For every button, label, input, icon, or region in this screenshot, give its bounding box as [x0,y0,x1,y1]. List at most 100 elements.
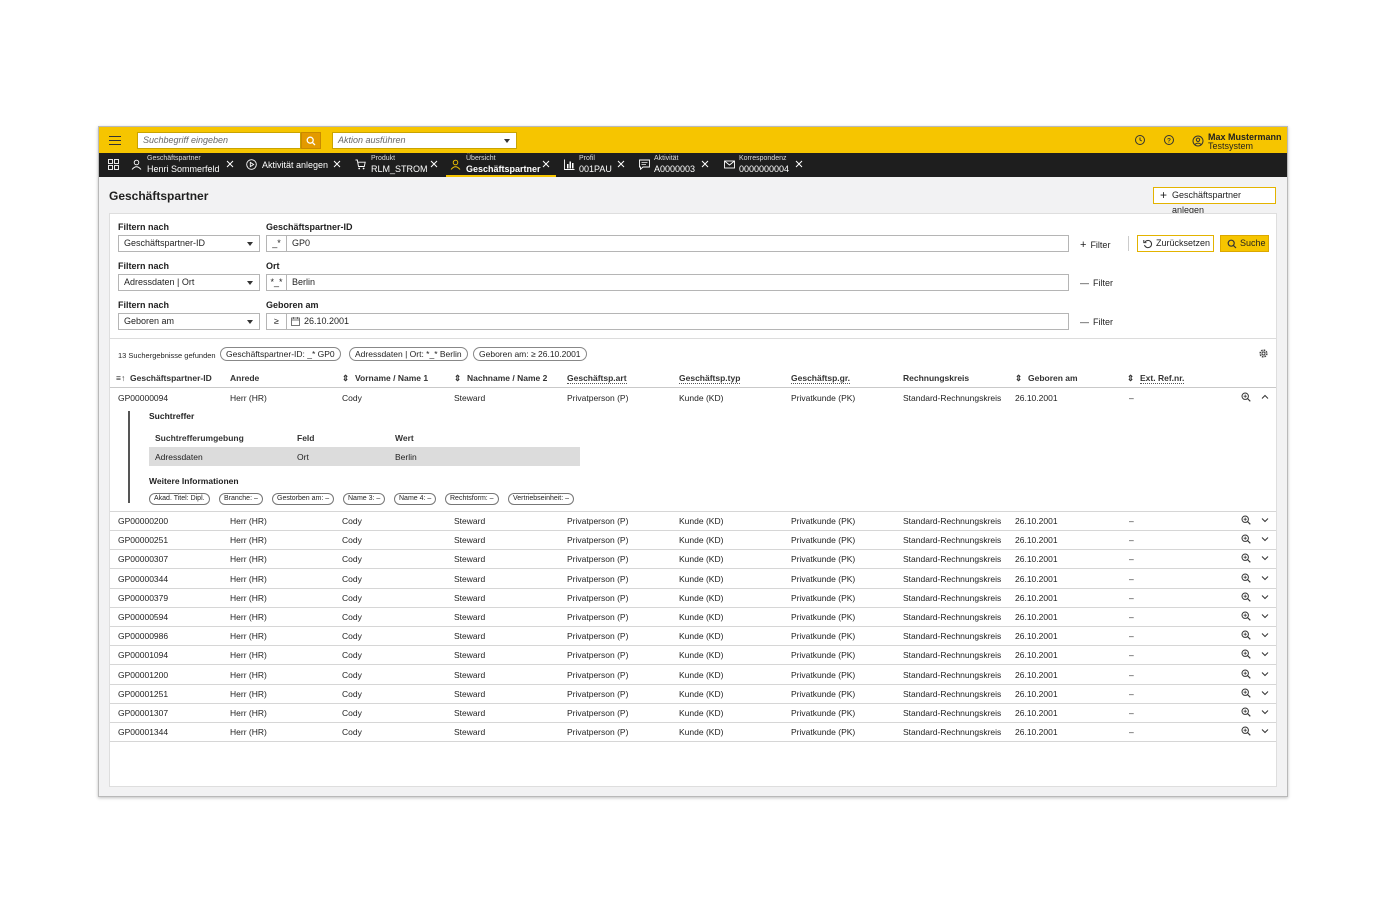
gear-icon[interactable] [1258,348,1269,359]
create-partner-button[interactable]: + Geschäftspartner anlegen [1153,187,1276,215]
tab-produkt[interactable]: Produkt RLM_STROM [355,153,441,177]
filter-select-3[interactable]: Geboren am [118,313,260,330]
column-header[interactable]: Vorname / Name 1 [355,373,428,383]
history-icon[interactable] [1134,134,1146,146]
close-icon[interactable] [616,159,626,169]
zoom-in-icon[interactable] [1241,553,1251,564]
zoom-in-icon[interactable] [1241,707,1251,717]
chevron-down-icon[interactable] [1260,611,1270,621]
chevron-down-icon[interactable] [1260,649,1270,659]
tab-aktivitaet[interactable]: Aktivität A0000003 [639,153,715,177]
table-cell: – [1129,573,1134,584]
calendar-icon[interactable] [291,317,300,326]
search-input[interactable]: Suchbegriff eingeben [137,132,301,149]
table-cell: Privatkunde (PK) [791,393,856,403]
close-icon[interactable] [794,159,804,169]
search-submit-button[interactable]: Suche [1220,235,1269,252]
table-row[interactable]: GP00000307 Herr (HR) Cody Steward Privatpers… [110,549,1276,570]
close-icon[interactable] [541,159,551,169]
table-row[interactable]: GP00001200 Herr (HR) Cody Steward Privatpers… [110,665,1276,685]
table-row[interactable]: GP00000379 Herr (HR) Cody Steward Privatpers… [110,588,1276,608]
chevron-down-icon[interactable] [1260,573,1270,583]
active-filter-chip[interactable]: Adressdaten | Ort: *_* Berlin [349,347,468,361]
sort-icon[interactable]: ⇕ [1015,373,1022,384]
close-icon[interactable] [225,159,235,169]
column-header[interactable]: Geschäftsp.typ [679,373,741,384]
tab-korrespondenz[interactable]: Korrespondenz 0000000004 [724,153,810,177]
tab-aktivitaet-anlegen[interactable]: Aktivität anlegen [246,153,346,177]
table-row[interactable]: GP00000251 Herr (HR) Cody Steward Privatpers… [110,530,1276,551]
chevron-up-icon[interactable] [1260,392,1270,402]
tab-geschaeftspartner-henri[interactable]: Geschäftspartner Henri Sommerfeld [131,153,237,177]
table-cell: Privatperson (P) [567,516,629,526]
filter-operator-3[interactable]: ≥ [266,313,287,330]
chevron-down-icon[interactable] [1260,707,1270,717]
close-icon[interactable] [429,159,439,169]
sort-icon[interactable]: ⇕ [454,373,461,384]
zoom-in-icon[interactable] [1241,688,1251,698]
zoom-in-icon[interactable] [1241,592,1251,602]
table-row[interactable]: GP00000344 Herr (HR) Cody Steward Privatpers… [110,569,1276,589]
menu-icon[interactable] [109,133,121,147]
table-row[interactable]: GP00001251 Herr (HR) Cody Steward Privatpers… [110,684,1276,704]
action-select[interactable]: Aktion ausführen [332,132,517,149]
filter-select-2[interactable]: Adressdaten | Ort [118,274,260,291]
sort-icon[interactable]: ⇕ [342,373,349,384]
zoom-in-icon[interactable] [1241,534,1251,544]
remove-filter-button[interactable]: — Filter [1080,278,1113,288]
table-row[interactable]: GP00001344 Herr (HR) Cody Steward Privatpers… [110,722,1276,743]
zoom-in-icon[interactable] [1241,669,1251,679]
zoom-in-icon[interactable] [1241,726,1251,736]
apps-grid-icon[interactable] [108,159,119,170]
zoom-in-icon[interactable] [1241,630,1251,640]
user-menu[interactable]: Max Mustermann Testsystem [1192,132,1287,151]
filter-operator-2[interactable]: *_* [266,274,287,291]
table-cell: Cody [342,650,362,661]
active-filter-chip[interactable]: Geboren am: ≥ 26.10.2001 [473,347,587,361]
chevron-down-icon[interactable] [1260,688,1270,698]
search-button[interactable] [301,132,321,149]
zoom-in-icon[interactable] [1241,611,1251,621]
chevron-down-icon[interactable] [1260,592,1270,602]
table-row[interactable]: GP00001094 Herr (HR) Cody Steward Privatpers… [110,645,1276,666]
table-row[interactable]: GP00000986 Herr (HR) Cody Steward Privatpers… [110,626,1276,647]
table-row[interactable]: GP00000094 Herr (HR) Cody Steward Privatpers… [110,388,1276,407]
table-row[interactable]: GP00001307 Herr (HR) Cody Steward Privatpers… [110,703,1276,723]
column-header[interactable]: Rechnungskreis [903,373,969,383]
sort-icon[interactable]: ⇕ [1127,373,1134,384]
table-row[interactable]: GP00000200 Herr (HR) Cody Steward Privatpers… [110,511,1276,531]
tab-uebersicht-geschaeftspartner[interactable]: Übersicht Geschäftspartner [446,153,556,177]
zoom-in-icon[interactable] [1241,392,1251,402]
zoom-in-icon[interactable] [1241,515,1251,525]
chevron-down-icon[interactable] [1260,630,1270,640]
zoom-in-icon[interactable] [1241,649,1251,660]
chevron-down-icon[interactable] [1260,669,1270,679]
remove-filter-button[interactable]: — Filter [1080,317,1113,327]
filter-input-2[interactable]: Berlin [287,274,1069,291]
column-header[interactable]: Ext. Ref.nr. [1140,373,1185,384]
filter-select-1[interactable]: Geschäftspartner-ID [118,235,260,252]
filter-operator-1[interactable]: _* [266,235,287,252]
tab-profil[interactable]: Profil 001PAU [564,153,630,177]
chevron-down-icon[interactable] [1260,534,1270,544]
reset-button[interactable]: Zurücksetzen [1137,235,1214,252]
zoom-in-icon[interactable] [1241,573,1251,583]
sort-asc-icon[interactable]: ≡↑ [116,373,125,383]
close-icon[interactable] [332,159,342,169]
column-header[interactable]: Geschäftsp.art [567,373,627,384]
active-filter-chip[interactable]: Geschäftspartner-ID: _* GP0 [220,347,341,361]
column-header[interactable]: Anrede [230,373,259,383]
column-header[interactable]: Nachname / Name 2 [467,373,547,383]
add-filter-button[interactable]: + Filter [1080,239,1110,251]
chevron-down-icon[interactable] [1260,553,1270,563]
help-icon[interactable]: ? [1163,134,1175,146]
close-icon[interactable] [700,159,710,169]
column-header[interactable]: Geschäftspartner-ID [130,373,212,383]
filter-input-1[interactable]: GP0 [287,235,1069,252]
chevron-down-icon[interactable] [1260,515,1270,525]
table-row[interactable]: GP00000594 Herr (HR) Cody Steward Privatpers… [110,607,1276,627]
column-header[interactable]: Geboren am [1028,373,1078,383]
filter-input-3[interactable]: 26.10.2001 [287,313,1069,330]
chevron-down-icon[interactable] [1260,726,1270,736]
column-header[interactable]: Geschäftsp.gr. [791,373,851,384]
